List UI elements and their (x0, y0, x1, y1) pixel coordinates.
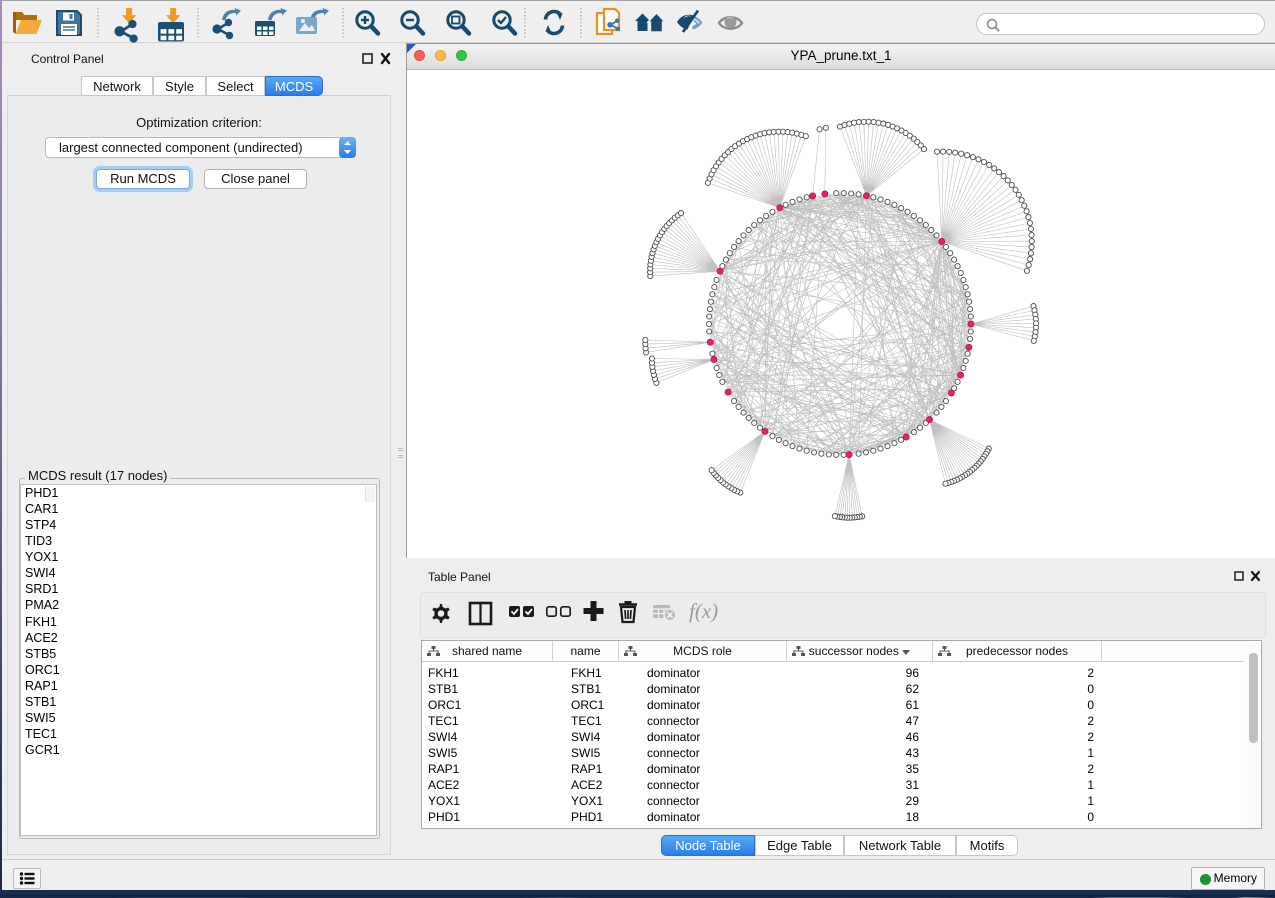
svg-text:f(x): f(x) (689, 599, 718, 623)
